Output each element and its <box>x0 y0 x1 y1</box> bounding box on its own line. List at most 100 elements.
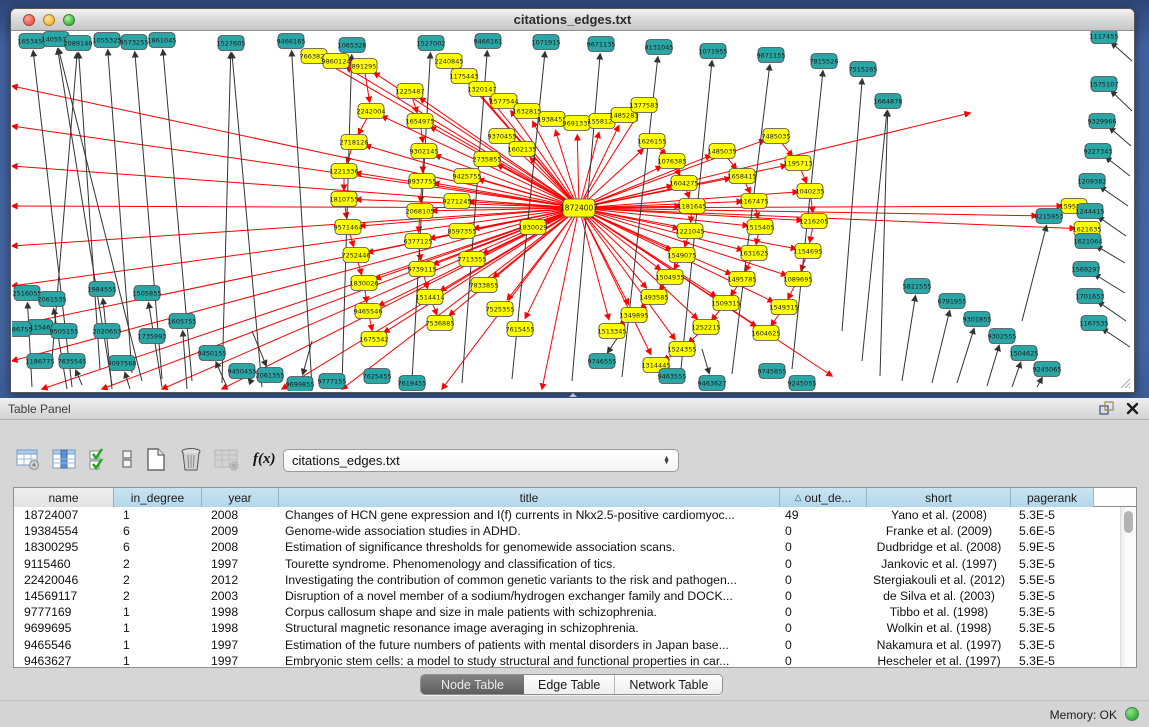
table-selector-dropdown[interactable]: citations_edges.txt ▲▼ <box>283 449 679 472</box>
column-header-pagerank[interactable]: pagerank <box>1011 488 1094 507</box>
network-node[interactable]: 1493585 <box>640 290 669 305</box>
network-node[interactable]: 7833855 <box>470 278 499 293</box>
network-node[interactable]: 1504935 <box>656 270 685 285</box>
network-node[interactable]: 9463555 <box>658 369 687 384</box>
network-node[interactable]: 1675342 <box>360 332 389 347</box>
network-node[interactable]: 1604625 <box>752 326 781 341</box>
column-header-short[interactable]: short <box>867 488 1011 507</box>
network-edge[interactable] <box>103 299 112 389</box>
table-row[interactable]: 1830029562008Estimation of significance … <box>14 539 1136 555</box>
table-cell[interactable]: 9699695 <box>14 620 114 636</box>
network-edge[interactable] <box>125 373 130 389</box>
table-cell[interactable]: 6 <box>114 523 202 539</box>
function-builder-icon[interactable]: f(x) <box>253 451 276 468</box>
network-edge[interactable] <box>1012 362 1021 387</box>
network-edge[interactable] <box>346 67 579 208</box>
network-node[interactable]: 9671135 <box>587 37 616 52</box>
network-edge[interactable] <box>28 303 32 387</box>
table-cell[interactable]: 2 <box>114 556 202 572</box>
table-cell[interactable]: 1 <box>114 653 202 668</box>
network-edge[interactable] <box>222 53 231 383</box>
table-row[interactable]: 977716911998Corpus callosum shape and si… <box>14 604 1136 620</box>
network-node[interactable]: 9739115 <box>408 262 437 277</box>
network-node[interactable]: 1549315 <box>770 300 799 315</box>
table-cell[interactable]: 2 <box>114 588 202 604</box>
network-node[interactable]: 1154695 <box>794 244 823 259</box>
table-cell[interactable]: 0 <box>780 620 867 636</box>
table-cell[interactable]: Disruption of a novel member of a sodium… <box>279 588 780 604</box>
network-node[interactable]: 1055325 <box>93 33 122 48</box>
network-node[interactable]: 7815526 <box>810 54 839 69</box>
network-edge[interactable] <box>862 111 887 361</box>
table-cell[interactable]: 1998 <box>202 620 279 636</box>
window-titlebar[interactable]: citations_edges.txt <box>11 9 1134 31</box>
network-canvas[interactable]: 7663822986012489129522420042718126122133… <box>12 31 1133 391</box>
network-edge[interactable] <box>880 111 888 376</box>
network-edge[interactable] <box>183 331 187 389</box>
network-edge[interactable] <box>252 331 266 366</box>
network-node[interactable]: 1225487 <box>396 84 425 99</box>
network-node[interactable]: 1209382 <box>1078 174 1107 189</box>
network-node[interactable]: 1664878 <box>874 94 903 109</box>
network-node[interactable]: 2061355 <box>256 368 285 383</box>
table-cell[interactable]: de Silva et al. (2003) <box>867 588 1011 604</box>
network-node[interactable]: 2735855 <box>473 152 502 167</box>
network-node[interactable]: 9301855 <box>963 312 992 327</box>
table-cell[interactable]: 5.6E-5 <box>1011 523 1094 539</box>
network-node[interactable]: 1071915 <box>532 35 561 50</box>
network-node[interactable]: 1167535 <box>1080 316 1109 331</box>
network-node[interactable]: 1349895 <box>620 308 649 323</box>
network-node[interactable]: 2020653 <box>93 324 122 339</box>
network-node[interactable]: 2240845 <box>435 54 464 69</box>
network-node[interactable]: 1735993 <box>138 329 167 344</box>
network-node[interactable]: 2718126 <box>340 135 369 150</box>
network-node[interactable]: 9302145 <box>410 144 439 159</box>
network-node[interactable]: 1605755 <box>168 314 197 329</box>
table-cell[interactable]: 5.3E-5 <box>1011 637 1094 653</box>
table-cell[interactable]: 2008 <box>202 539 279 555</box>
network-node[interactable]: 1216205 <box>800 214 829 229</box>
network-edge[interactable] <box>163 50 192 381</box>
table-cell[interactable]: 9465546 <box>14 637 114 653</box>
table-cell[interactable]: 2 <box>114 572 202 588</box>
network-node[interactable]: 7619455 <box>398 376 427 391</box>
network-node[interactable]: 9465546 <box>354 304 383 319</box>
table-cell[interactable]: 1 <box>114 604 202 620</box>
network-node[interactable]: 9745855 <box>758 364 787 379</box>
network-node[interactable]: 9271245 <box>443 194 472 209</box>
network-node[interactable]: 7625455 <box>363 369 392 384</box>
network-node[interactable]: 8215953 <box>1035 209 1064 224</box>
table-cell[interactable]: Estimation of the future numbers of pati… <box>279 637 780 653</box>
network-node[interactable]: 9466161 <box>474 34 503 49</box>
network-node[interactable]: 1221336 <box>330 164 359 179</box>
network-node[interactable]: 9463627 <box>698 376 727 391</box>
table-cell[interactable]: Genome-wide association studies in ADHD. <box>279 523 780 539</box>
table-cell[interactable]: Dudbridge et al. (2008) <box>867 539 1011 555</box>
table-cell[interactable]: 0 <box>780 572 867 588</box>
network-node[interactable]: 7536885 <box>426 316 455 331</box>
table-row[interactable]: 946554611997Estimation of the future num… <box>14 637 1136 653</box>
table-cell[interactable]: 1997 <box>202 556 279 572</box>
network-node[interactable]: 9746555 <box>588 354 617 369</box>
network-node[interactable]: 9245065 <box>1033 362 1062 377</box>
network-node[interactable]: 9450455 <box>228 364 257 379</box>
network-node[interactable]: 1089695 <box>784 272 813 287</box>
network-node[interactable]: 1621064 <box>1074 234 1103 249</box>
network-edge[interactable] <box>292 51 312 387</box>
network-edge[interactable] <box>1037 378 1042 387</box>
table-cell[interactable]: Stergiakouli et al. (2012) <box>867 572 1011 588</box>
network-edge[interactable] <box>987 346 999 386</box>
table-cell[interactable]: 0 <box>780 523 867 539</box>
network-node[interactable]: 2068105 <box>406 204 435 219</box>
network-node[interactable]: 9573255 <box>120 35 149 50</box>
network-node[interactable]: 7252446 <box>342 248 371 263</box>
table-cell[interactable]: 5.3E-5 <box>1011 653 1094 668</box>
network-node[interactable]: 1221045 <box>676 224 705 239</box>
table-cell[interactable]: 0 <box>780 539 867 555</box>
network-node[interactable]: 1524355 <box>668 342 697 357</box>
network-node[interactable]: 1065328 <box>338 38 367 53</box>
network-node[interactable]: 9699855 <box>286 377 315 392</box>
resize-grip-icon[interactable] <box>1119 377 1131 389</box>
table-cell[interactable]: Estimation of significance thresholds fo… <box>279 539 780 555</box>
network-node[interactable]: 1509315 <box>712 296 741 311</box>
